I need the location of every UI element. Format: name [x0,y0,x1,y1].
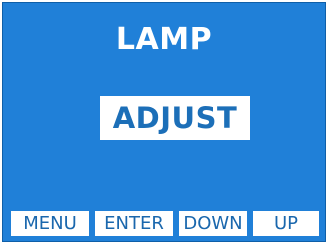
screen-title: LAMP [115,22,213,57]
selected-menu-option[interactable]: ADJUST [100,96,250,140]
enter-softkey[interactable]: ENTER [95,211,173,236]
up-softkey[interactable]: UP [253,211,319,236]
down-softkey[interactable]: DOWN [179,211,247,236]
softkey-bar: MENU ENTER DOWN UP [11,211,319,236]
menu-softkey[interactable]: MENU [11,211,89,236]
device-display: LAMP ADJUST MENU ENTER DOWN UP [2,2,326,242]
